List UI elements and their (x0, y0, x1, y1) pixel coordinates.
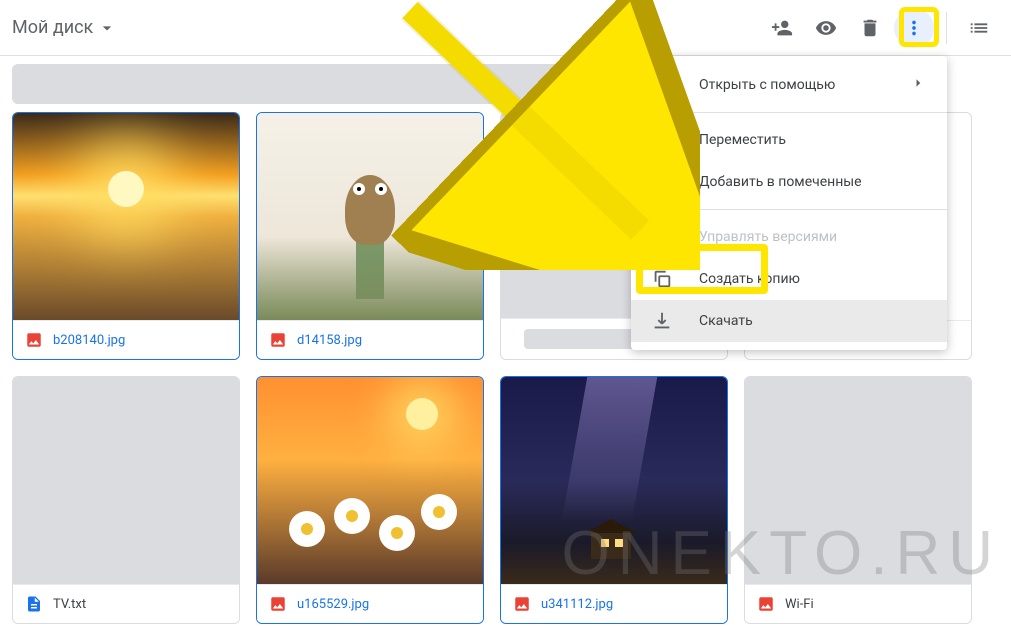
ctx-star[interactable]: Добавить в помеченные (631, 161, 947, 203)
file-thumbnail (257, 113, 483, 320)
file-footer: u165529.jpg (257, 584, 483, 623)
delete-button[interactable] (850, 8, 890, 48)
trash-icon (859, 17, 881, 39)
eye-icon (815, 17, 837, 39)
file-footer: d14158.jpg (257, 320, 483, 359)
file-card[interactable]: d14158.jpg (256, 112, 484, 360)
file-thumbnail (257, 377, 483, 584)
breadcrumb-label: Мой диск (12, 17, 93, 38)
view-toggle-button[interactable] (959, 8, 999, 48)
chevron-right-icon (909, 74, 927, 96)
ctx-divider (631, 209, 947, 210)
move-icon (651, 129, 673, 151)
ctx-label: Переместить (699, 132, 927, 148)
ctx-label: Добавить в помеченные (699, 174, 927, 190)
divider (946, 12, 947, 44)
file-name: u341112.jpg (541, 597, 613, 612)
top-bar: Мой диск (0, 0, 1011, 56)
ctx-label: Открыть с помощью (699, 77, 883, 93)
image-icon (269, 331, 287, 349)
list-icon (968, 17, 990, 39)
file-thumbnail (13, 113, 239, 320)
download-icon (651, 310, 673, 332)
image-icon (269, 595, 287, 613)
file-thumbnail (13, 377, 239, 584)
ctx-open-with[interactable]: Открыть с помощью (631, 64, 947, 106)
document-icon (25, 595, 43, 613)
header-placeholder (12, 64, 618, 104)
chevron-down-icon (97, 18, 117, 38)
ctx-move[interactable]: Переместить (631, 119, 947, 161)
ctx-label: Создать копию (699, 271, 927, 287)
file-name: Wi-Fi (785, 597, 814, 612)
top-actions (762, 8, 999, 48)
copy-icon (651, 268, 673, 290)
open-with-icon (651, 74, 673, 96)
preview-button[interactable] (806, 8, 846, 48)
ctx-copy[interactable]: Создать копию (631, 258, 947, 300)
ctx-divider (631, 112, 947, 113)
file-name: d14158.jpg (297, 333, 362, 348)
file-card[interactable]: u341112.jpg (500, 376, 728, 624)
ctx-label: Скачать (699, 313, 927, 329)
breadcrumb[interactable]: Мой диск (12, 17, 117, 38)
file-thumbnail (745, 377, 971, 584)
file-footer: TV.txt (13, 584, 239, 623)
file-card[interactable]: u165529.jpg (256, 376, 484, 624)
file-name: b208140.jpg (53, 333, 125, 348)
context-menu: Открыть с помощью Переместить Добавить в… (631, 56, 947, 350)
history-icon (651, 226, 673, 248)
image-icon (757, 595, 775, 613)
file-thumbnail (501, 377, 727, 584)
more-vertical-icon (903, 17, 925, 39)
share-button[interactable] (762, 8, 802, 48)
file-card[interactable]: TV.txt (12, 376, 240, 624)
more-button[interactable] (894, 8, 934, 48)
person-add-icon (771, 17, 793, 39)
ctx-download[interactable]: Скачать (631, 300, 947, 342)
file-name: u165529.jpg (297, 597, 369, 612)
file-footer: b208140.jpg (13, 320, 239, 359)
star-icon (651, 171, 673, 193)
file-card[interactable]: Wi-Fi (744, 376, 972, 624)
image-icon (25, 331, 43, 349)
ctx-versions: Управлять версиями (631, 216, 947, 258)
file-footer: Wi-Fi (745, 584, 971, 623)
file-footer: u341112.jpg (501, 584, 727, 623)
file-card[interactable]: b208140.jpg (12, 112, 240, 360)
image-icon (513, 595, 531, 613)
file-name: TV.txt (53, 597, 86, 612)
ctx-label: Управлять версиями (699, 229, 927, 245)
